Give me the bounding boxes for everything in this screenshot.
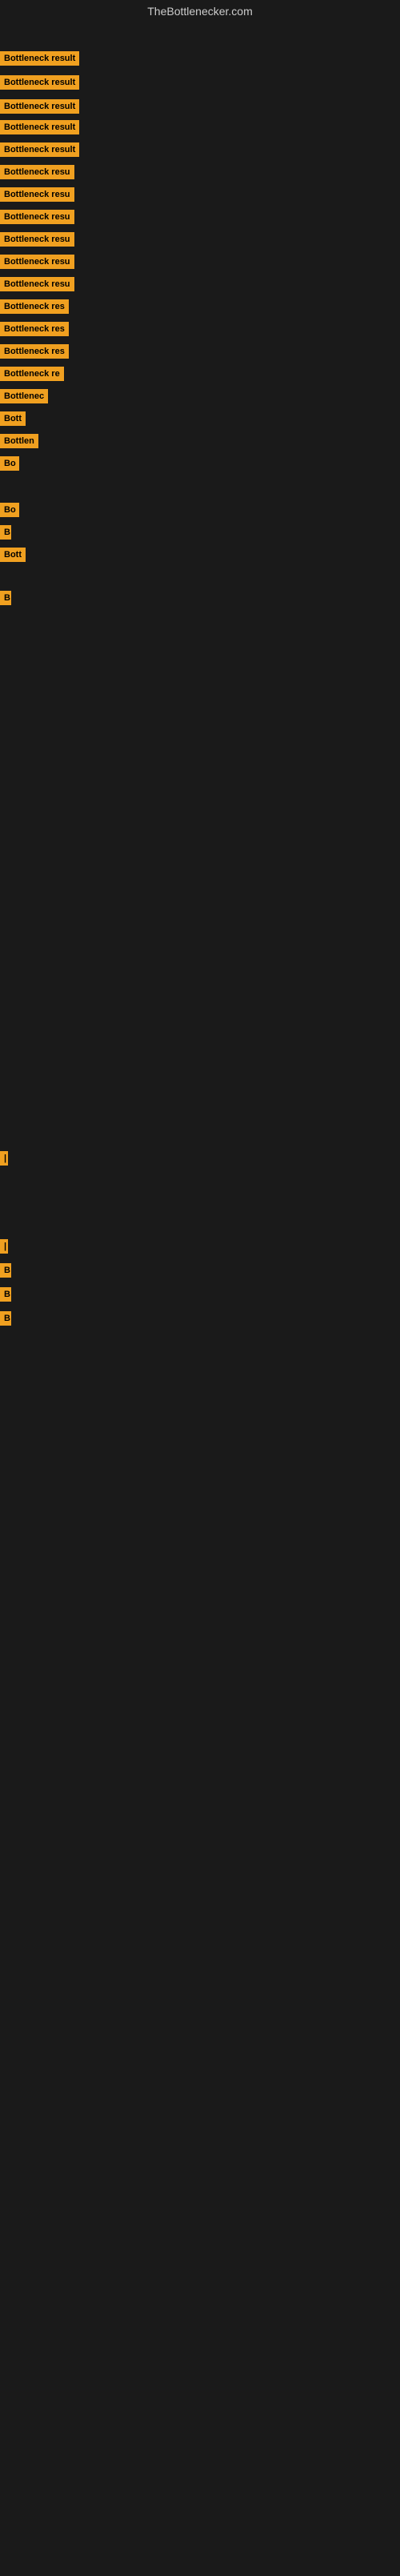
bottleneck-badge: Bo	[0, 503, 19, 517]
bottleneck-item: Bottleneck resu	[0, 277, 74, 291]
bottleneck-item: Bottleneck res	[0, 322, 69, 336]
bottleneck-item: Bo	[0, 456, 19, 471]
bottleneck-item: Bottlenec	[0, 389, 48, 403]
bottleneck-item: Bottleneck result	[0, 51, 79, 66]
bottleneck-badge: |	[0, 1239, 8, 1254]
bottleneck-badge: Bottleneck result	[0, 120, 79, 134]
bottleneck-item: Bo	[0, 503, 19, 517]
bottleneck-item: Bottleneck result	[0, 120, 79, 134]
bottleneck-badge: Bottleneck resu	[0, 277, 74, 291]
bottleneck-item: B	[0, 591, 11, 605]
bottleneck-badge: |	[0, 1151, 8, 1166]
bottleneck-item: Bottlen	[0, 434, 38, 448]
bottleneck-badge: Bo	[0, 456, 19, 471]
bottleneck-badge: Bottlenec	[0, 389, 48, 403]
bottleneck-badge: Bottleneck resu	[0, 165, 74, 179]
bottleneck-item: Bottleneck resu	[0, 210, 74, 224]
bottleneck-item: |	[0, 1151, 8, 1166]
bottleneck-badge: Bottleneck resu	[0, 210, 74, 224]
bottleneck-badge: Bott	[0, 548, 26, 562]
bottleneck-item: B	[0, 1311, 11, 1326]
bottleneck-item: B	[0, 1287, 11, 1302]
bottleneck-badge: B	[0, 525, 11, 540]
bottleneck-badge: B	[0, 1287, 11, 1302]
bottleneck-item: Bottleneck resu	[0, 232, 74, 247]
bottleneck-badge: Bottleneck result	[0, 75, 79, 90]
bottleneck-badge: Bottleneck result	[0, 142, 79, 157]
bottleneck-badge: Bottleneck resu	[0, 255, 74, 269]
bottleneck-badge: Bottleneck res	[0, 299, 69, 314]
bottleneck-badge: Bottleneck resu	[0, 187, 74, 202]
bottleneck-badge: Bott	[0, 411, 26, 426]
bottleneck-badge: Bottleneck result	[0, 51, 79, 66]
bottleneck-badge: Bottleneck res	[0, 322, 69, 336]
bottleneck-badge: Bottleneck re	[0, 367, 64, 381]
bottleneck-item: B	[0, 1263, 11, 1278]
bottleneck-item: Bottleneck resu	[0, 255, 74, 269]
bottleneck-item: Bottleneck result	[0, 142, 79, 157]
bottleneck-item: B	[0, 525, 11, 540]
bottleneck-badge: Bottleneck resu	[0, 232, 74, 247]
bottleneck-badge: B	[0, 1311, 11, 1326]
bottleneck-badge: B	[0, 591, 11, 605]
bottleneck-item: Bottleneck result	[0, 75, 79, 90]
bottleneck-item: |	[0, 1239, 8, 1254]
bottleneck-badge: Bottleneck res	[0, 344, 69, 359]
bottleneck-item: Bottleneck resu	[0, 165, 74, 179]
bottleneck-item: Bottleneck resu	[0, 187, 74, 202]
bottleneck-item: Bottleneck result	[0, 99, 79, 114]
site-title: TheBottlenecker.com	[0, 0, 400, 22]
bottleneck-item: Bottleneck res	[0, 344, 69, 359]
bottleneck-item: Bottleneck re	[0, 367, 64, 381]
bottleneck-item: Bottleneck res	[0, 299, 69, 314]
bottleneck-item: Bott	[0, 548, 26, 562]
bottleneck-badge: Bottlen	[0, 434, 38, 448]
bottleneck-badge: Bottleneck result	[0, 99, 79, 114]
bottleneck-item: Bott	[0, 411, 26, 426]
bottleneck-badge: B	[0, 1263, 11, 1278]
